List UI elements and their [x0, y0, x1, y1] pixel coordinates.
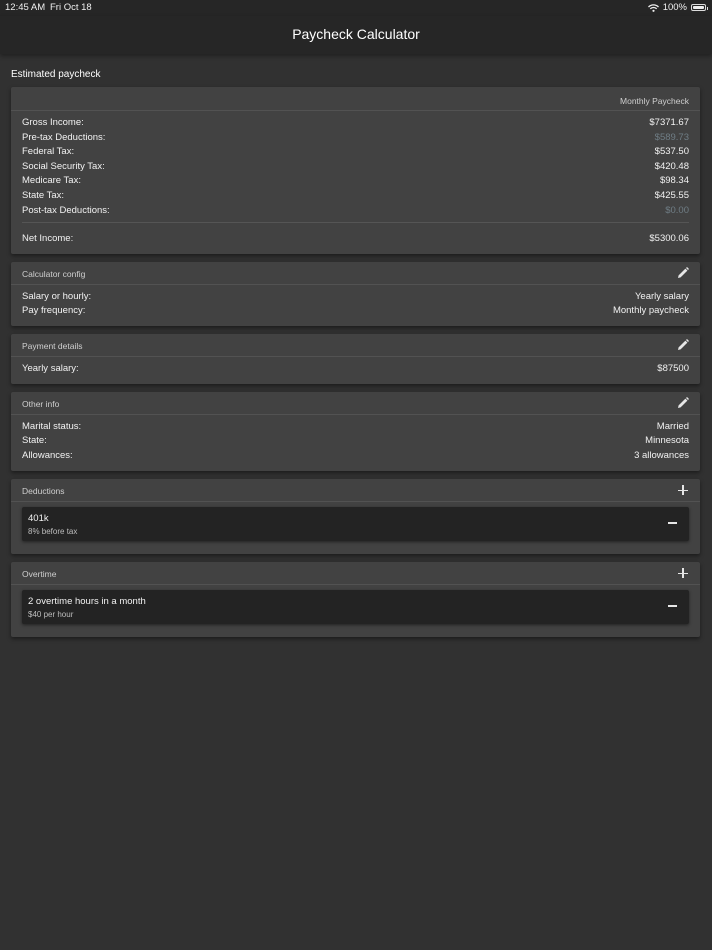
calculator-config-title: Calculator config: [22, 269, 86, 279]
payment-details-header: Payment details: [11, 334, 700, 357]
paycheck-row-state-tax: State Tax: $425.55: [22, 189, 689, 201]
paycheck-row-pretax: Pre-tax Deductions: $589.73: [22, 131, 689, 143]
other-row-state: State: Minnesota: [22, 434, 689, 446]
overtime-item-name: 2 overtime hours in a month: [28, 596, 146, 607]
payment-details-card: Payment details Yearly salary: $87500: [11, 334, 700, 384]
section-label-estimated-paycheck: Estimated paycheck: [11, 69, 101, 80]
deductions-header: Deductions: [11, 479, 700, 502]
deductions-card: Deductions 401k 8% before tax: [11, 479, 700, 554]
battery-icon: [691, 4, 708, 11]
calculator-config-header: Calculator config: [11, 262, 700, 285]
other-info-card: Other info Marital status: Married State…: [11, 392, 700, 471]
other-row-allowances: Allowances: 3 allowances: [22, 449, 689, 461]
calculator-config-card: Calculator config Salary or hourly: Year…: [11, 262, 700, 326]
status-time: 12:45 AM: [5, 2, 46, 13]
add-deduction-plus-icon[interactable]: [678, 485, 688, 495]
deduction-item-detail: 8% before tax: [28, 527, 78, 536]
config-row-salary-or-hourly: Salary or hourly: Yearly salary: [22, 290, 689, 302]
edit-pencil-icon[interactable]: [677, 339, 689, 351]
paycheck-summary-card: Monthly Paycheck Gross Income: $7371.67 …: [11, 87, 700, 254]
paycheck-row-posttax: Post-tax Deductions: $0.00: [22, 204, 689, 216]
paycheck-row-social-security: Social Security Tax: $420.48: [22, 160, 689, 172]
deduction-item[interactable]: 401k 8% before tax: [22, 507, 689, 541]
battery-percent: 100%: [662, 2, 687, 13]
paycheck-row-net: Net Income: $5300.06: [22, 232, 689, 244]
overtime-header: Overtime: [11, 562, 700, 585]
payment-row-yearly-salary: Yearly salary: $87500: [22, 362, 689, 374]
payment-details-title: Payment details: [22, 341, 83, 351]
status-bar: 12:45 AM Fri Oct 18 100%: [0, 0, 712, 16]
paycheck-period-label: Monthly Paycheck: [620, 96, 689, 106]
wifi-icon: [647, 3, 659, 12]
paycheck-card-header: Monthly Paycheck: [11, 87, 700, 111]
page-title: Paycheck Calculator: [292, 26, 420, 42]
edit-pencil-icon[interactable]: [677, 397, 689, 409]
overtime-item[interactable]: 2 overtime hours in a month $40 per hour: [22, 590, 689, 624]
remove-overtime-minus-icon[interactable]: [668, 605, 677, 607]
paycheck-row-gross: Gross Income: $7371.67: [22, 116, 689, 128]
remove-deduction-minus-icon[interactable]: [668, 522, 677, 524]
nav-bar: Paycheck Calculator: [0, 16, 712, 54]
deductions-title: Deductions: [22, 486, 65, 496]
edit-pencil-icon[interactable]: [677, 267, 689, 279]
add-overtime-plus-icon[interactable]: [678, 568, 688, 578]
status-right: 100%: [647, 2, 708, 13]
config-row-pay-frequency: Pay frequency: Monthly paycheck: [22, 304, 689, 316]
divider: [22, 222, 689, 223]
deduction-item-name: 401k: [28, 513, 49, 524]
paycheck-row-medicare: Medicare Tax: $98.34: [22, 174, 689, 186]
overtime-title: Overtime: [22, 569, 57, 579]
status-date: Fri Oct 18: [50, 2, 92, 13]
other-row-marital-status: Marital status: Married: [22, 420, 689, 432]
paycheck-row-federal: Federal Tax: $537.50: [22, 145, 689, 157]
other-info-header: Other info: [11, 392, 700, 415]
other-info-title: Other info: [22, 399, 60, 409]
overtime-card: Overtime 2 overtime hours in a month $40…: [11, 562, 700, 637]
overtime-item-detail: $40 per hour: [28, 610, 74, 619]
